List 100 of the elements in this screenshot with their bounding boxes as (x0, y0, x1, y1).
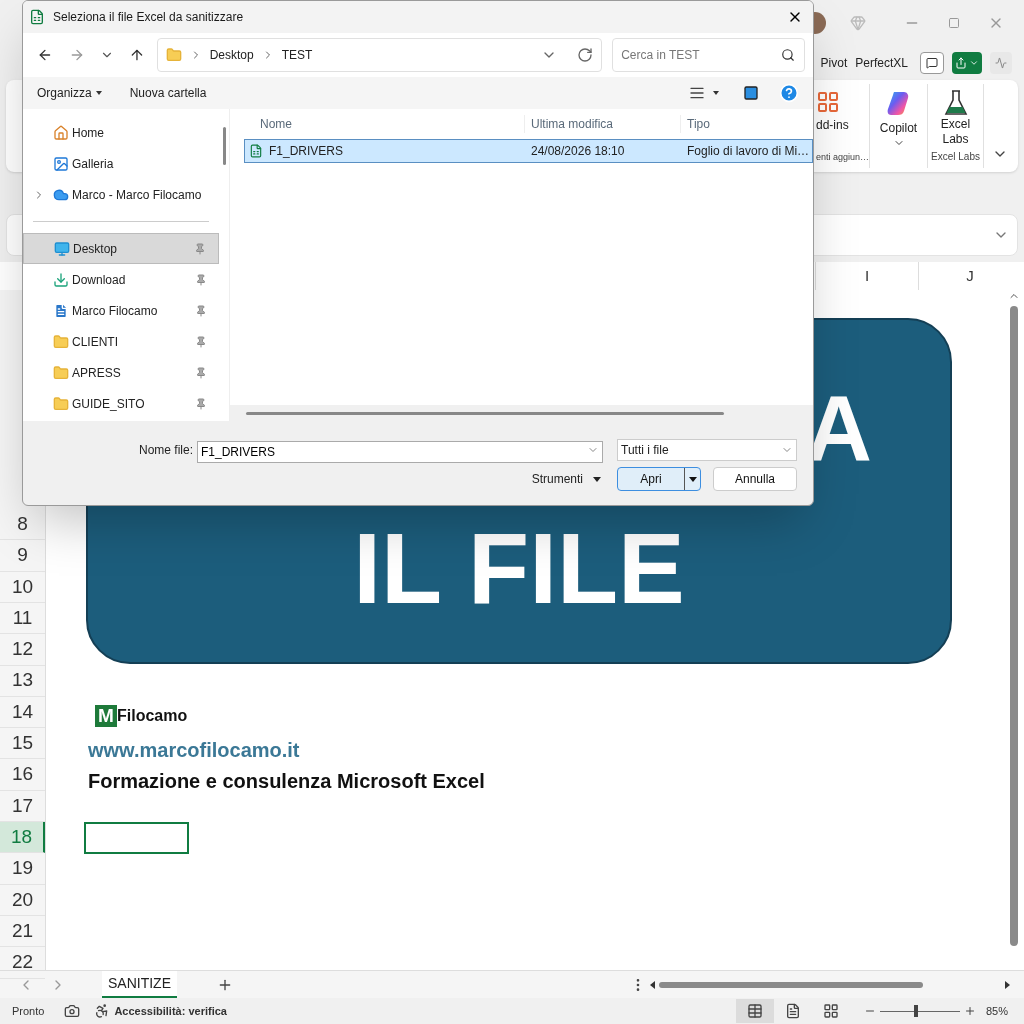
refresh-icon[interactable] (577, 47, 594, 63)
row-header[interactable]: 11 (0, 603, 45, 635)
home-icon (53, 124, 69, 141)
search-field[interactable]: Cerca in TEST (612, 38, 805, 72)
row-header[interactable]: 19 (0, 853, 45, 885)
scrollbar-thumb[interactable] (246, 411, 724, 415)
filename-field[interactable]: F1_DRIVERS (197, 441, 603, 463)
column-header[interactable]: Nome (230, 115, 524, 133)
download-icon (53, 271, 69, 288)
scrollbar-thumb[interactable] (222, 127, 226, 165)
folder-icon (53, 364, 69, 381)
row-header[interactable]: 9 (0, 540, 45, 572)
address-bar[interactable]: Desktop TEST (156, 38, 603, 72)
preview-pane-icon[interactable] (743, 85, 759, 101)
activity-button[interactable] (990, 52, 1012, 74)
picture-icon (53, 155, 69, 172)
nav-label: Download (72, 271, 126, 289)
nav-label: Desktop (73, 240, 118, 258)
banner-text: A (805, 382, 872, 474)
tools-menu[interactable]: Strumenti (531, 470, 601, 488)
grid-view-icon (746, 1003, 763, 1019)
nav-item[interactable]: Desktop (23, 233, 219, 264)
breadcrumb-item[interactable]: Desktop (209, 46, 254, 64)
excel-labs-button[interactable]: Excel Labs (935, 84, 976, 147)
group-label: Excel Labs (931, 150, 980, 164)
search-icon (781, 48, 795, 62)
cancel-button[interactable]: Annulla (713, 467, 797, 491)
comment-icon (926, 57, 938, 69)
nav-label: APRESS (72, 364, 121, 382)
ribbon-button-label[interactable]: dd-ins (816, 116, 869, 134)
ribbon-tab[interactable]: PerfectXL (855, 54, 908, 72)
zoom-in-icon[interactable] (963, 1005, 976, 1017)
flask-icon (942, 89, 969, 117)
share-icon (955, 57, 967, 69)
horizontal-scrollbar[interactable] (650, 980, 1010, 989)
caret-icon[interactable] (713, 91, 719, 95)
page-view-icon (784, 1003, 801, 1019)
row-header[interactable]: 13 (0, 665, 45, 697)
row-header[interactable]: 10 (0, 571, 45, 603)
nav-item[interactable]: Galleria (23, 148, 219, 179)
organize-menu[interactable]: Organizza (37, 84, 102, 102)
row-header[interactable]: 18 (0, 822, 45, 854)
nav-item[interactable]: Download (23, 264, 219, 295)
maximize-icon[interactable] (948, 17, 960, 29)
row-header[interactable]: 12 (0, 634, 45, 666)
document-icon (53, 302, 69, 319)
website-link[interactable]: www.marcofilocamo.it (88, 735, 300, 765)
column-header[interactable]: Ultima modifica (524, 115, 680, 133)
back-icon[interactable] (37, 47, 53, 63)
nav-label: CLIENTI (72, 333, 118, 351)
macro-recorder-icon[interactable] (64, 1003, 81, 1019)
row-header[interactable]: 20 (0, 884, 45, 916)
share-button[interactable] (952, 52, 982, 74)
row-header[interactable]: 21 (0, 915, 45, 948)
nav-label: Marco Filocamo (72, 302, 158, 320)
new-folder-button[interactable]: Nuova cartella (129, 84, 207, 102)
tagline: Formazione e consulenza Microsoft Excel (88, 769, 485, 794)
grid-icon[interactable] (816, 90, 840, 114)
status-text: Pronto (12, 1003, 45, 1019)
caret-icon (688, 476, 697, 482)
view-menu-icon[interactable] (689, 85, 705, 101)
file-row[interactable]: F1_DRIVERS 24/08/2026 18:10 Foglio di lavoro di Mi… (244, 139, 813, 163)
file-date: 24/08/2026 18:10 (530, 143, 626, 160)
row-header[interactable]: 14 (0, 696, 45, 729)
row-header[interactable]: 15 (0, 728, 45, 760)
nav-item[interactable]: CLIENTI (23, 326, 219, 357)
help-icon[interactable] (779, 83, 799, 103)
nav-item[interactable]: APRESS (23, 357, 219, 388)
scrollbar-thumb[interactable] (1010, 306, 1018, 946)
spreadsheet-icon (249, 144, 263, 158)
zoom-level[interactable]: 85% (985, 1002, 1008, 1020)
breadcrumb-item[interactable]: TEST (281, 46, 313, 64)
spreadsheet-icon (29, 9, 45, 25)
nav-item[interactable]: Marco - Marco Filocamo (23, 179, 219, 210)
nav-label: Home (72, 124, 104, 142)
file-type: Foglio di lavoro di Mi… (686, 143, 810, 160)
open-button[interactable]: Apri (617, 467, 701, 491)
file-name: F1_DRIVERS (269, 143, 344, 160)
copilot-button[interactable]: Copilot (870, 84, 928, 168)
column-header[interactable]: Tipo (680, 115, 810, 133)
logo-name: Filocamo (117, 706, 188, 726)
row-header[interactable]: 16 (0, 759, 45, 791)
folder-icon (53, 333, 69, 350)
page-break-icon (822, 1003, 839, 1019)
dialog-title: Seleziona il file Excel da sanitizzare (53, 9, 244, 26)
accessibility-status[interactable]: Accessibilità: verifica (114, 1002, 227, 1020)
nav-item[interactable]: Home (23, 117, 219, 148)
selected-cell[interactable] (84, 822, 189, 855)
file-type-dropdown[interactable]: Tutti i file (617, 439, 797, 461)
nav-item[interactable]: Marco Filocamo (23, 295, 219, 326)
nav-item[interactable]: GUIDE_SITO (23, 388, 219, 419)
ribbon-tab[interactable]: Pivot (820, 54, 848, 72)
comments-button[interactable] (920, 52, 944, 74)
zoom-slider[interactable] (879, 1005, 960, 1017)
sheet-tab[interactable]: SANITIZE (102, 971, 177, 998)
row-header[interactable]: 8 (0, 509, 45, 541)
group-label: enti aggiun… (816, 150, 869, 164)
nav-label: Galleria (72, 155, 114, 173)
chevron-down-icon (969, 58, 979, 68)
view-button[interactable] (735, 999, 774, 1023)
